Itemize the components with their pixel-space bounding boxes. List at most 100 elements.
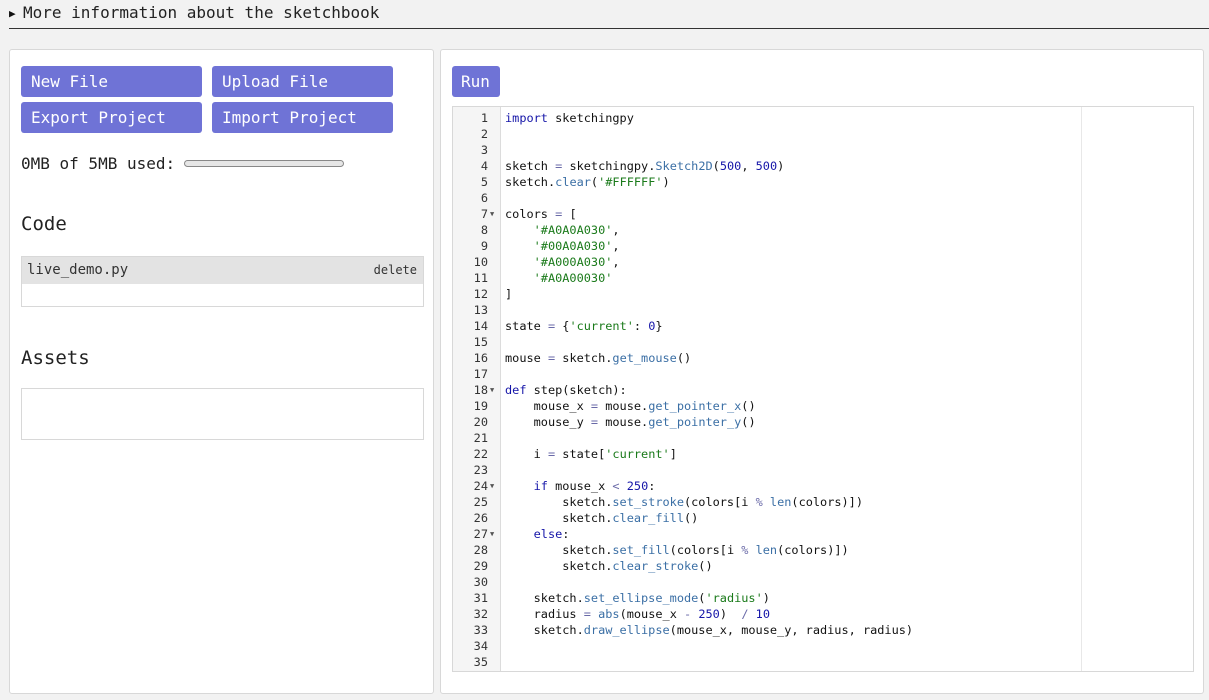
line-number: 27: [473, 527, 488, 541]
code-text: else:: [533, 527, 570, 541]
asset-list: [21, 388, 424, 440]
code-line: 29 sketch.clear_stroke(): [453, 558, 1193, 574]
code-text: sketch.set_stroke(colors[i % len(colors)…: [505, 495, 863, 509]
line-number: 17: [473, 367, 488, 381]
line-number: 8: [480, 223, 488, 237]
code-line: 16 mouse = sketch.get_mouse(): [453, 350, 1193, 366]
code-line: 12]: [453, 286, 1193, 302]
code-text: radius = abs(mouse_x - 250) / 10: [505, 607, 770, 621]
disclosure-triangle-icon: ▶: [9, 7, 16, 20]
code-text: i = state['current']: [505, 447, 677, 461]
code-text: sketch.set_fill(colors[i % len(colors)]): [505, 543, 849, 557]
fold-arrow-icon[interactable]: ▼: [490, 526, 494, 542]
code-text: '#00A0A030',: [533, 239, 620, 253]
line-number: 3: [480, 143, 488, 157]
run-button[interactable]: Run: [452, 66, 500, 97]
line-number: 28: [473, 543, 488, 557]
file-panel: New File Upload File Export Project Impo…: [9, 49, 434, 694]
code-line: 23: [453, 462, 1193, 478]
line-number: 31: [473, 591, 488, 605]
code-line: 20 mouse_y = mouse.get_pointer_y(): [453, 414, 1193, 430]
code-line: 11 '#A0A00030': [453, 270, 1193, 286]
line-number: 20: [473, 415, 488, 429]
code-text: import sketchingpy: [505, 111, 634, 125]
file-name[interactable]: live_demo.py: [27, 262, 128, 278]
line-number: 10: [473, 255, 488, 269]
line-number: 5: [480, 175, 488, 189]
code-line: 2: [453, 126, 1193, 142]
code-line: 10 '#A000A030',: [453, 254, 1193, 270]
line-number: 2: [480, 127, 488, 141]
code-line: 27 ▼ else:: [453, 526, 1193, 542]
line-number: 15: [473, 335, 488, 349]
fold-arrow-icon[interactable]: ▼: [490, 382, 494, 398]
code-line: 22 i = state['current']: [453, 446, 1193, 462]
code-line: 1 import sketchingpy: [453, 110, 1193, 126]
code-line: 7 ▼ colors = [: [453, 206, 1193, 222]
code-section-title: Code: [21, 213, 67, 235]
code-text: '#A0A00030': [533, 271, 613, 285]
fold-arrow-icon[interactable]: ▼: [490, 206, 494, 222]
code-line: 30: [453, 574, 1193, 590]
code-line: 14 state = {'current': 0}: [453, 318, 1193, 334]
code-line: 31 sketch.set_ellipse_mode('radius'): [453, 590, 1193, 606]
code-line: 3: [453, 142, 1193, 158]
code-line: 19 mouse_x = mouse.get_pointer_x(): [453, 398, 1193, 414]
code-line: 34: [453, 638, 1193, 654]
line-number: 7: [480, 207, 488, 221]
fold-arrow-icon[interactable]: ▼: [490, 478, 494, 494]
line-number: 25: [473, 495, 488, 509]
code-text: '#A000A030',: [533, 255, 620, 269]
sketchbook-info-summary: More information about the sketchbook: [23, 3, 380, 22]
upload-file-button[interactable]: Upload File: [212, 66, 393, 97]
code-line: 9 '#00A0A030',: [453, 238, 1193, 254]
line-number: 18: [473, 383, 488, 397]
code-text: colors = [: [505, 207, 577, 221]
code-file-list: live_demo.py delete: [21, 256, 424, 307]
line-number: 24: [473, 479, 488, 493]
code-lines: 1 import sketchingpy 2 3 4 sketch = sketching…: [453, 110, 1193, 670]
code-text: mouse_y = mouse.get_pointer_y(): [505, 415, 756, 429]
code-text: def step(sketch):: [505, 383, 627, 397]
code-text: mouse = sketch.get_mouse(): [505, 351, 692, 365]
assets-section-title: Assets: [21, 347, 90, 369]
import-project-button[interactable]: Import Project: [212, 102, 393, 133]
line-number: 34: [473, 639, 488, 653]
delete-file-link[interactable]: delete: [374, 263, 417, 277]
code-line: 33 sketch.draw_ellipse(mouse_x, mouse_y,…: [453, 622, 1193, 638]
file-row[interactable]: live_demo.py delete: [22, 257, 423, 284]
line-number: 13: [473, 303, 488, 317]
line-number: 29: [473, 559, 488, 573]
line-number: 30: [473, 575, 488, 589]
line-number: 16: [473, 351, 488, 365]
line-number: 23: [473, 463, 488, 477]
line-number: 12: [473, 287, 488, 301]
code-text: state = {'current': 0}: [505, 319, 663, 333]
code-text: mouse_x = mouse.get_pointer_x(): [505, 399, 756, 413]
export-project-button[interactable]: Export Project: [21, 102, 202, 133]
line-number: 35: [473, 655, 488, 669]
code-text: '#A0A0A030',: [533, 223, 620, 237]
code-line: 28 sketch.set_fill(colors[i % len(colors…: [453, 542, 1193, 558]
new-file-button[interactable]: New File: [21, 66, 202, 97]
line-number: 6: [480, 191, 488, 205]
code-line: 35: [453, 654, 1193, 670]
code-editor[interactable]: 1 import sketchingpy 2 3 4 sketch = sketching…: [452, 106, 1194, 672]
line-number: 4: [480, 159, 488, 173]
code-line: 32 radius = abs(mouse_x - 250) / 10: [453, 606, 1193, 622]
sketchbook-info-toggle[interactable]: ▶ More information about the sketchbook: [9, 0, 1209, 29]
code-line: 25 sketch.set_stroke(colors[i % len(colo…: [453, 494, 1193, 510]
code-line: 8 '#A0A0A030',: [453, 222, 1193, 238]
line-number: 21: [473, 431, 488, 445]
line-number: 26: [473, 511, 488, 525]
line-number: 14: [473, 319, 488, 333]
code-text: sketch.clear_stroke(): [505, 559, 713, 573]
code-line: 4 sketch = sketchingpy.Sketch2D(500, 500): [453, 158, 1193, 174]
code-text: sketch.set_ellipse_mode('radius'): [505, 591, 770, 605]
code-line: 5 sketch.clear('#FFFFFF'): [453, 174, 1193, 190]
code-line: 15: [453, 334, 1193, 350]
code-line: 17: [453, 366, 1193, 382]
code-text: sketch.clear_fill(): [505, 511, 699, 525]
code-line: 26 sketch.clear_fill(): [453, 510, 1193, 526]
code-line: 6: [453, 190, 1193, 206]
